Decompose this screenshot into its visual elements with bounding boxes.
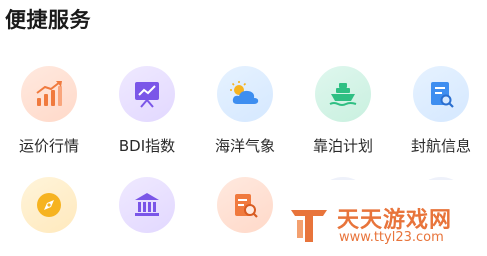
service-report[interactable]: [196, 177, 294, 233]
service-label: 靠泊计划: [312, 137, 373, 155]
watermark: 天天游戏网 www.ttyl23.com: [281, 180, 487, 256]
section-title: 便捷服务: [5, 8, 91, 32]
bdi-index-board-icon: [119, 66, 175, 122]
freight-rate-chart-icon: [21, 66, 77, 122]
watermark-url: www.ttyl23.com: [339, 230, 444, 245]
service-label: 运价行情: [18, 137, 79, 155]
bank-icon: [119, 177, 175, 233]
service-bank[interactable]: [98, 177, 196, 233]
report-search-icon: [217, 177, 273, 233]
service-label: 海洋气象: [214, 137, 275, 155]
document-search-icon: [413, 66, 469, 122]
service-freight-rate[interactable]: 运价行情: [0, 66, 98, 156]
watermark-logo-icon: [287, 202, 331, 250]
service-bdi-index[interactable]: BDI指数: [98, 66, 196, 156]
service-berthing-plan[interactable]: 靠泊计划: [294, 66, 392, 156]
compass-icon: [21, 177, 77, 233]
ship-berthing-icon: [315, 66, 371, 122]
service-closure-info[interactable]: 封航信息: [392, 66, 487, 156]
service-label: BDI指数: [118, 137, 176, 155]
service-ocean-weather[interactable]: 海洋气象: [196, 66, 294, 156]
weather-icon: [217, 66, 273, 122]
service-compass[interactable]: [0, 177, 98, 233]
service-label: 封航信息: [410, 137, 471, 155]
